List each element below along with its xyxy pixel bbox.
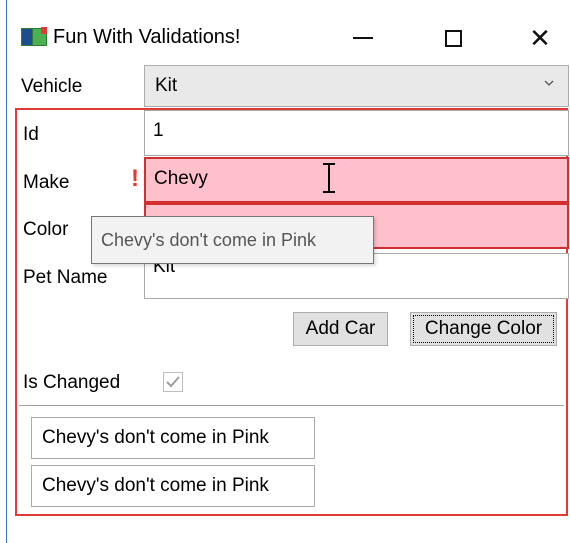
maximize-button[interactable] (430, 18, 476, 58)
is-changed-label: Is Changed (23, 372, 121, 393)
checkmark-icon (166, 376, 180, 388)
app-icon (21, 27, 47, 46)
error-tooltip: Chevy's don't come in Pink (91, 216, 374, 264)
id-label: Id (23, 124, 39, 145)
vehicle-label: Vehicle (21, 76, 83, 97)
id-field[interactable]: 1 (144, 110, 569, 156)
error-indicator-icon: ! (131, 165, 139, 192)
make-label: Make (23, 172, 70, 193)
title-bar[interactable]: Fun With Validations! ✕ (7, 0, 570, 60)
chevron-down-icon (544, 80, 554, 86)
change-color-button[interactable]: Change Color (410, 312, 557, 346)
maximize-icon (444, 29, 462, 47)
text-cursor-icon (323, 163, 335, 193)
vehicle-selected-value: Kit (155, 75, 178, 96)
app-window: Fun With Validations! ✕ Vehicle Kit Id 1… (6, 0, 570, 543)
list-item[interactable]: Chevy's don't come in Pink (31, 465, 315, 507)
add-car-button[interactable]: Add Car (293, 312, 388, 346)
close-button[interactable]: ✕ (517, 18, 563, 58)
make-field[interactable]: Chevy (144, 157, 569, 203)
minimize-button[interactable] (340, 18, 386, 58)
minimize-icon (353, 37, 373, 39)
is-changed-checkbox[interactable] (163, 372, 183, 392)
pet-name-label: Pet Name (23, 267, 108, 288)
close-icon: ✕ (529, 22, 551, 53)
window-title: Fun With Validations! (53, 26, 241, 48)
list-item[interactable]: Chevy's don't come in Pink (31, 417, 315, 459)
color-label: Color (23, 219, 69, 240)
vehicle-dropdown[interactable]: Kit (144, 65, 569, 107)
